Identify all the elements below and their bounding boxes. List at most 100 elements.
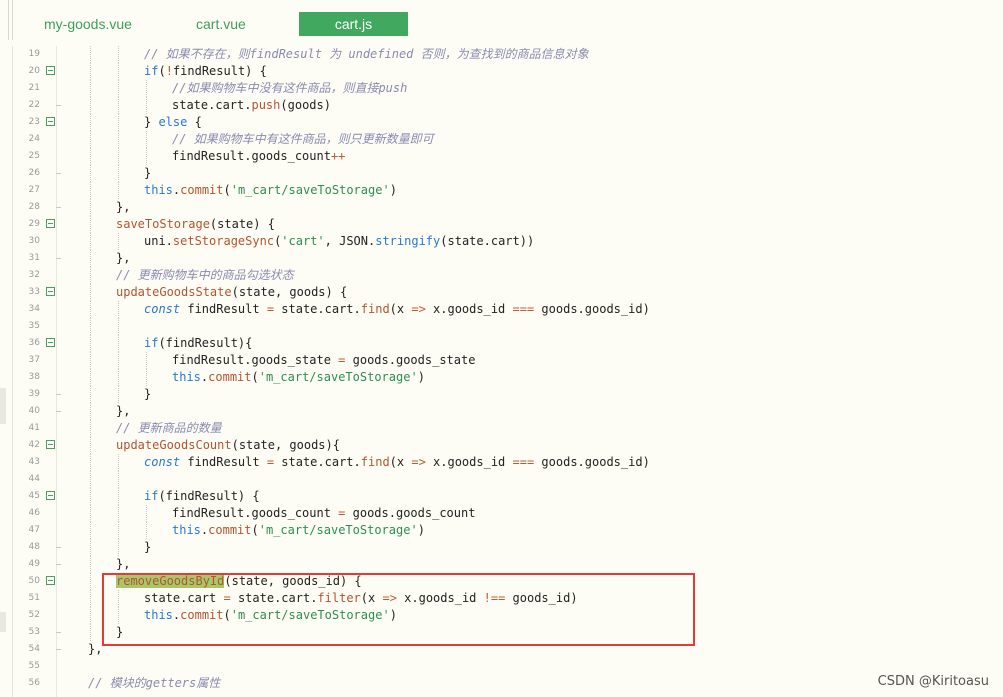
code-line[interactable]: 56 // 模块的getters属性 — [0, 675, 1003, 692]
code-token: (state) { — [209, 217, 275, 231]
code-line[interactable]: 36 if(findResult){ — [0, 335, 1003, 352]
line-number: 25 — [28, 151, 40, 161]
fold-toggle-icon[interactable] — [46, 66, 55, 75]
code-line[interactable]: 22 state.cart.push(goods) — [0, 97, 1003, 114]
code-text: findResult.goods_state = goods.goods_sta… — [172, 352, 475, 369]
code-line[interactable]: 42 updateGoodsCount(state, goods){ — [0, 437, 1003, 454]
code-line[interactable]: 53} — [0, 624, 1003, 641]
indent-guide — [90, 369, 91, 386]
code-line[interactable]: 54}, — [0, 641, 1003, 658]
code-token: (x — [360, 591, 383, 605]
fold-toggle-icon[interactable] — [46, 576, 55, 585]
indent-guide — [118, 80, 119, 97]
code-token: commit — [208, 523, 252, 537]
code-text: }, — [116, 556, 130, 573]
code-line[interactable]: 20 if(!findResult) { — [0, 63, 1003, 80]
indent-guide — [90, 539, 91, 556]
code-line[interactable]: 49}, — [0, 556, 1003, 573]
tab-cart-js[interactable]: cart.js — [299, 12, 408, 36]
line-number: 28 — [28, 202, 40, 212]
fold-end-marker — [56, 394, 61, 395]
code-token: !== — [483, 591, 506, 605]
code-token: }, — [116, 557, 131, 571]
code-line[interactable]: 28}, — [0, 199, 1003, 216]
line-number: 21 — [28, 83, 40, 93]
fold-toggle-icon[interactable] — [46, 287, 55, 296]
code-line[interactable]: 23} else { — [0, 114, 1003, 131]
code-line[interactable]: 33 updateGoodsState(state, goods) { — [0, 284, 1003, 301]
code-token: this — [144, 183, 173, 197]
code-token: => — [411, 455, 426, 469]
code-line[interactable]: 51 state.cart = state.cart.filter(x => x.… — [0, 590, 1003, 607]
code-line[interactable]: 38 this.commit('m_cart/saveToStorage') — [0, 369, 1003, 386]
fold-toggle-icon[interactable] — [46, 440, 55, 449]
code-line[interactable]: 50 removeGoodsById(state, goods_id) { — [0, 573, 1003, 590]
code-line[interactable]: 21 //如果购物车中没有这件商品，则直接push — [0, 80, 1003, 97]
indent-guide — [118, 182, 119, 199]
indent-guide — [90, 46, 91, 63]
code-line[interactable]: 27 this.commit('m_cart/saveToStorage') — [0, 182, 1003, 199]
code-line[interactable]: 47 this.commit('m_cart/saveToStorage') — [0, 522, 1003, 539]
code-line[interactable]: 43 const findResult = state.cart.find(x =… — [0, 454, 1003, 471]
fold-end-marker — [56, 649, 61, 650]
tab-cart-vue[interactable]: cart.vue — [196, 12, 246, 36]
code-text: } — [144, 386, 151, 403]
fold-end-marker — [56, 564, 61, 565]
code-line[interactable]: 44 — [0, 471, 1003, 488]
indent-guide — [90, 488, 91, 505]
code-line[interactable]: 31}, — [0, 250, 1003, 267]
code-line[interactable]: 52 this.commit('m_cart/saveToStorage') — [0, 607, 1003, 624]
code-line[interactable]: 46 findResult.goods_count = goods.goods_c… — [0, 505, 1003, 522]
scroll-marker — [0, 388, 6, 424]
code-line[interactable]: 48} — [0, 539, 1003, 556]
code-text: } — [144, 165, 151, 182]
indent-guide — [90, 114, 91, 131]
code-line[interactable]: 26} — [0, 165, 1003, 182]
code-token: (state, goods) { — [231, 285, 348, 299]
tabbar-edge — [12, 0, 13, 40]
code-line[interactable]: 34 const findResult = state.cart.find(x =… — [0, 301, 1003, 318]
code-line[interactable]: 41 // 更新商品的数量 — [0, 420, 1003, 437]
code-text: if(findResult) { — [144, 488, 260, 505]
code-editor[interactable]: 19 // 如果不存在，则findResult 为 undefined 否则，为查… — [0, 46, 1003, 697]
highlighted-token: removeGoodsById — [116, 574, 225, 588]
code-token: 'm_cart/saveToStorage' — [230, 608, 390, 622]
code-token: setStorageSync — [172, 234, 275, 248]
fold-toggle-icon[interactable] — [46, 338, 55, 347]
line-number: 27 — [28, 185, 40, 195]
code-line[interactable]: 32 // 更新购物车中的商品勾选状态 — [0, 267, 1003, 284]
line-number: 47 — [28, 525, 40, 535]
code-line[interactable]: 25 findResult.goods_count++ — [0, 148, 1003, 165]
code-line[interactable]: 37 findResult.goods_state = goods.goods_s… — [0, 352, 1003, 369]
tab-my-goods-vue[interactable]: my-goods.vue — [44, 12, 132, 36]
indent-guide — [118, 590, 119, 607]
fold-end-marker — [56, 207, 61, 208]
code-line[interactable]: 45 if(findResult) { — [0, 488, 1003, 505]
fold-toggle-icon[interactable] — [46, 117, 55, 126]
indent-guide — [90, 522, 91, 539]
indent-guide — [118, 335, 119, 352]
indent-guide — [146, 522, 147, 539]
code-token: goods.goods_id) — [534, 455, 650, 469]
code-line[interactable]: 24 // 如果购物车中有这件商品，则只更新数量即可 — [0, 131, 1003, 148]
code-line[interactable]: 39} — [0, 386, 1003, 403]
line-number: 20 — [28, 66, 40, 76]
code-text: // 如果购物车中有这件商品，则只更新数量即可 — [172, 131, 434, 148]
code-line[interactable]: 40}, — [0, 403, 1003, 420]
code-token: }, — [116, 200, 131, 214]
code-token: state.cart. — [274, 302, 361, 316]
code-line[interactable]: 19 // 如果不存在，则findResult 为 undefined 否则，为查… — [0, 46, 1003, 63]
code-line[interactable]: 35 — [0, 318, 1003, 335]
code-line[interactable]: 55 — [0, 658, 1003, 675]
fold-toggle-icon[interactable] — [46, 491, 55, 500]
code-line[interactable]: 29 saveToStorage(state) { — [0, 216, 1003, 233]
indent-guide — [90, 250, 91, 267]
indent-guide — [118, 505, 119, 522]
code-token: ) — [389, 608, 397, 622]
indent-guide — [118, 114, 119, 131]
line-number: 22 — [28, 100, 40, 110]
indent-guide — [90, 471, 91, 488]
code-line[interactable]: 30 uni.setStorageSync('cart', JSON.string… — [0, 233, 1003, 250]
code-text: } — [116, 624, 123, 641]
fold-toggle-icon[interactable] — [46, 219, 55, 228]
